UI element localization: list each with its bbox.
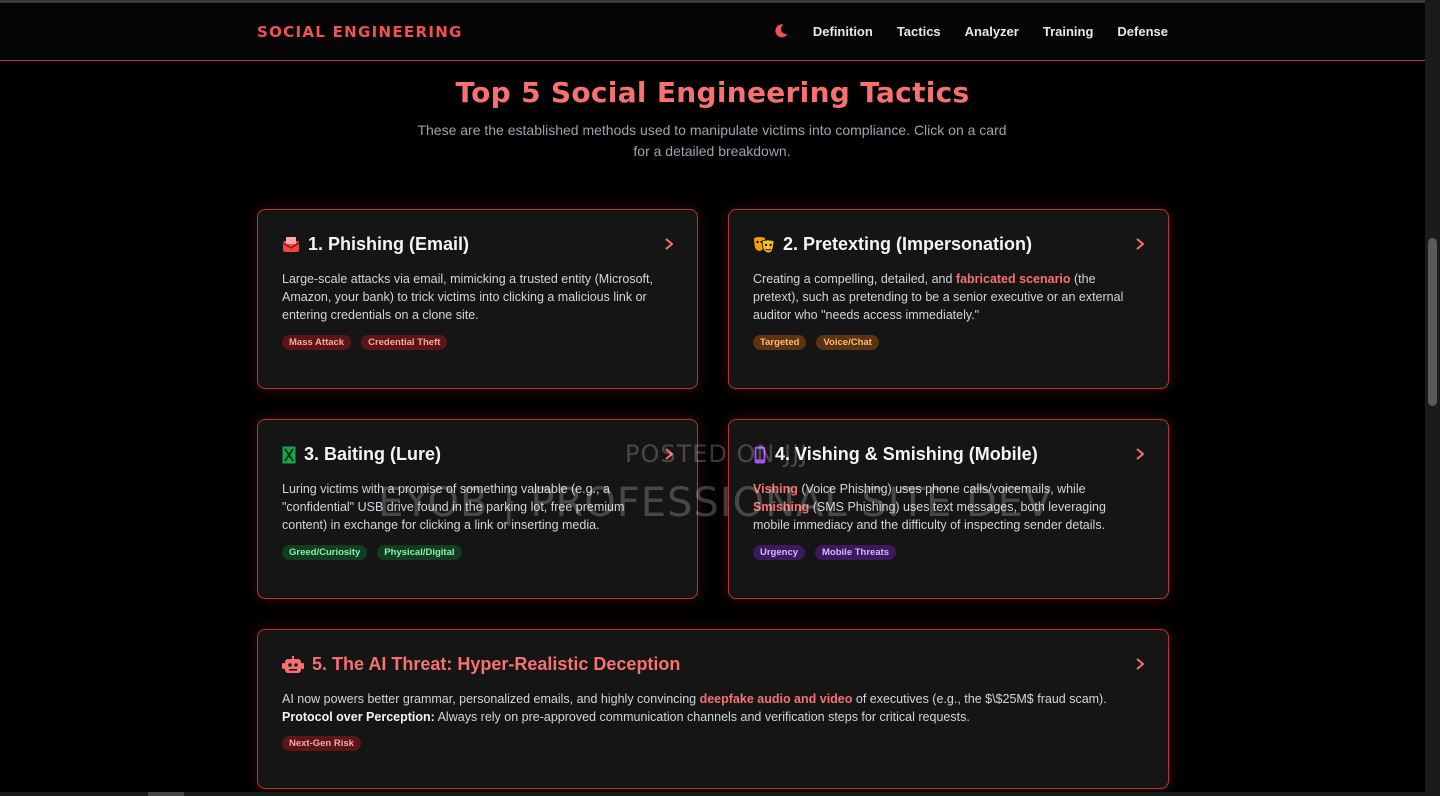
- card-header: 3. Baiting (Lure): [282, 444, 441, 465]
- tactics-section: Top 5 Social Engineering Tactics These a…: [0, 62, 1425, 796]
- tag: Urgency: [753, 545, 806, 560]
- chevron-right-icon[interactable]: [1134, 237, 1146, 251]
- vertical-scrollbar[interactable]: [1425, 0, 1440, 796]
- tag: Targeted: [753, 335, 807, 350]
- tactic-card-baiting[interactable]: 3. Baiting (Lure) Luring victims with a …: [257, 419, 698, 599]
- card-header: 4. Vishing & Smishing (Mobile): [753, 444, 1038, 465]
- card-header: 1. Phishing (Email): [282, 234, 469, 255]
- navbar: SOCIAL ENGINEERING Definition Tactics An…: [0, 3, 1425, 61]
- moon-icon[interactable]: [773, 23, 789, 39]
- nav-tactics[interactable]: Tactics: [897, 24, 941, 39]
- scrollbar-thumb[interactable]: [1428, 238, 1437, 406]
- envelope-icon: [282, 236, 300, 252]
- tactic-card-ai-threat[interactable]: 5. The AI Threat: Hyper-Realistic Decept…: [257, 629, 1169, 789]
- card-header: 2. Pretexting (Impersonation): [753, 234, 1032, 255]
- tag: Mass Attack: [282, 335, 352, 350]
- tactic-card-vishing-smishing[interactable]: 4. Vishing & Smishing (Mobile) Vishing (…: [728, 419, 1169, 599]
- nav-definition[interactable]: Definition: [813, 24, 873, 39]
- nav-defense[interactable]: Defense: [1117, 24, 1168, 39]
- usb-lure-icon: [282, 446, 296, 463]
- theater-masks-icon: [754, 236, 775, 253]
- section-subtitle: These are the established methods used t…: [417, 122, 1007, 159]
- brand-logo[interactable]: SOCIAL ENGINEERING: [257, 23, 463, 41]
- tag: Physical/Digital: [377, 545, 462, 560]
- nav-training[interactable]: Training: [1043, 24, 1094, 39]
- tag: Voice/Chat: [816, 335, 879, 350]
- section-title: Top 5 Social Engineering Tactics: [455, 76, 970, 109]
- chevron-right-icon[interactable]: [1134, 447, 1146, 461]
- tag: Greed/Curiosity: [282, 545, 368, 560]
- card-description: Vishing (Voice Phishing) uses phone call…: [753, 482, 1106, 532]
- card-tags: Urgency Mobile Threats: [753, 545, 897, 560]
- chevron-right-icon[interactable]: [663, 447, 675, 461]
- card-tags: Next-Gen Risk: [282, 736, 361, 751]
- card-description: Luring victims with a promise of somethi…: [282, 482, 625, 532]
- chevron-right-icon[interactable]: [663, 237, 675, 251]
- chevron-right-icon[interactable]: [1134, 657, 1146, 671]
- card-title: 4. Vishing & Smishing (Mobile): [775, 444, 1038, 464]
- card-description: Creating a compelling, detailed, and fab…: [753, 272, 1124, 322]
- highlight-text: Vishing: [753, 482, 798, 496]
- card-description: AI now powers better grammar, personaliz…: [282, 692, 1107, 724]
- tag: Mobile Threats: [815, 545, 897, 560]
- highlight-text: deepfake audio and video: [699, 692, 853, 706]
- card-title: 1. Phishing (Email): [308, 234, 470, 254]
- tactic-card-phishing[interactable]: 1. Phishing (Email) Large-scale attacks …: [257, 209, 698, 389]
- card-description: Large-scale attacks via email, mimicking…: [282, 272, 653, 322]
- robot-icon: [282, 655, 304, 673]
- horizontal-scrollbar-thumb[interactable]: [148, 792, 184, 796]
- mobile-phone-icon: [754, 445, 766, 464]
- card-title: 2. Pretexting (Impersonation): [783, 234, 1033, 254]
- tag: Next-Gen Risk: [282, 736, 361, 751]
- card-tags: Targeted Voice/Chat: [753, 335, 879, 350]
- card-tags: Greed/Curiosity Physical/Digital: [282, 545, 462, 560]
- horizontal-scrollbar[interactable]: [0, 792, 1425, 796]
- card-title: 3. Baiting (Lure): [304, 444, 442, 464]
- card-tags: Mass Attack Credential Theft: [282, 335, 448, 350]
- highlight-text: Smishing: [753, 500, 810, 514]
- card-header: 5. The AI Threat: Hyper-Realistic Decept…: [282, 654, 680, 675]
- protocol-label: Protocol over Perception:: [282, 710, 435, 724]
- tag: Credential Theft: [361, 335, 448, 350]
- nav-analyzer[interactable]: Analyzer: [965, 24, 1019, 39]
- highlight-text: fabricated scenario: [955, 272, 1071, 286]
- nav-menu: Definition Tactics Analyzer Training Def…: [773, 23, 1168, 39]
- tactic-card-pretexting[interactable]: 2. Pretexting (Impersonation) Creating a…: [728, 209, 1169, 389]
- card-title: 5. The AI Threat: Hyper-Realistic Decept…: [312, 654, 681, 674]
